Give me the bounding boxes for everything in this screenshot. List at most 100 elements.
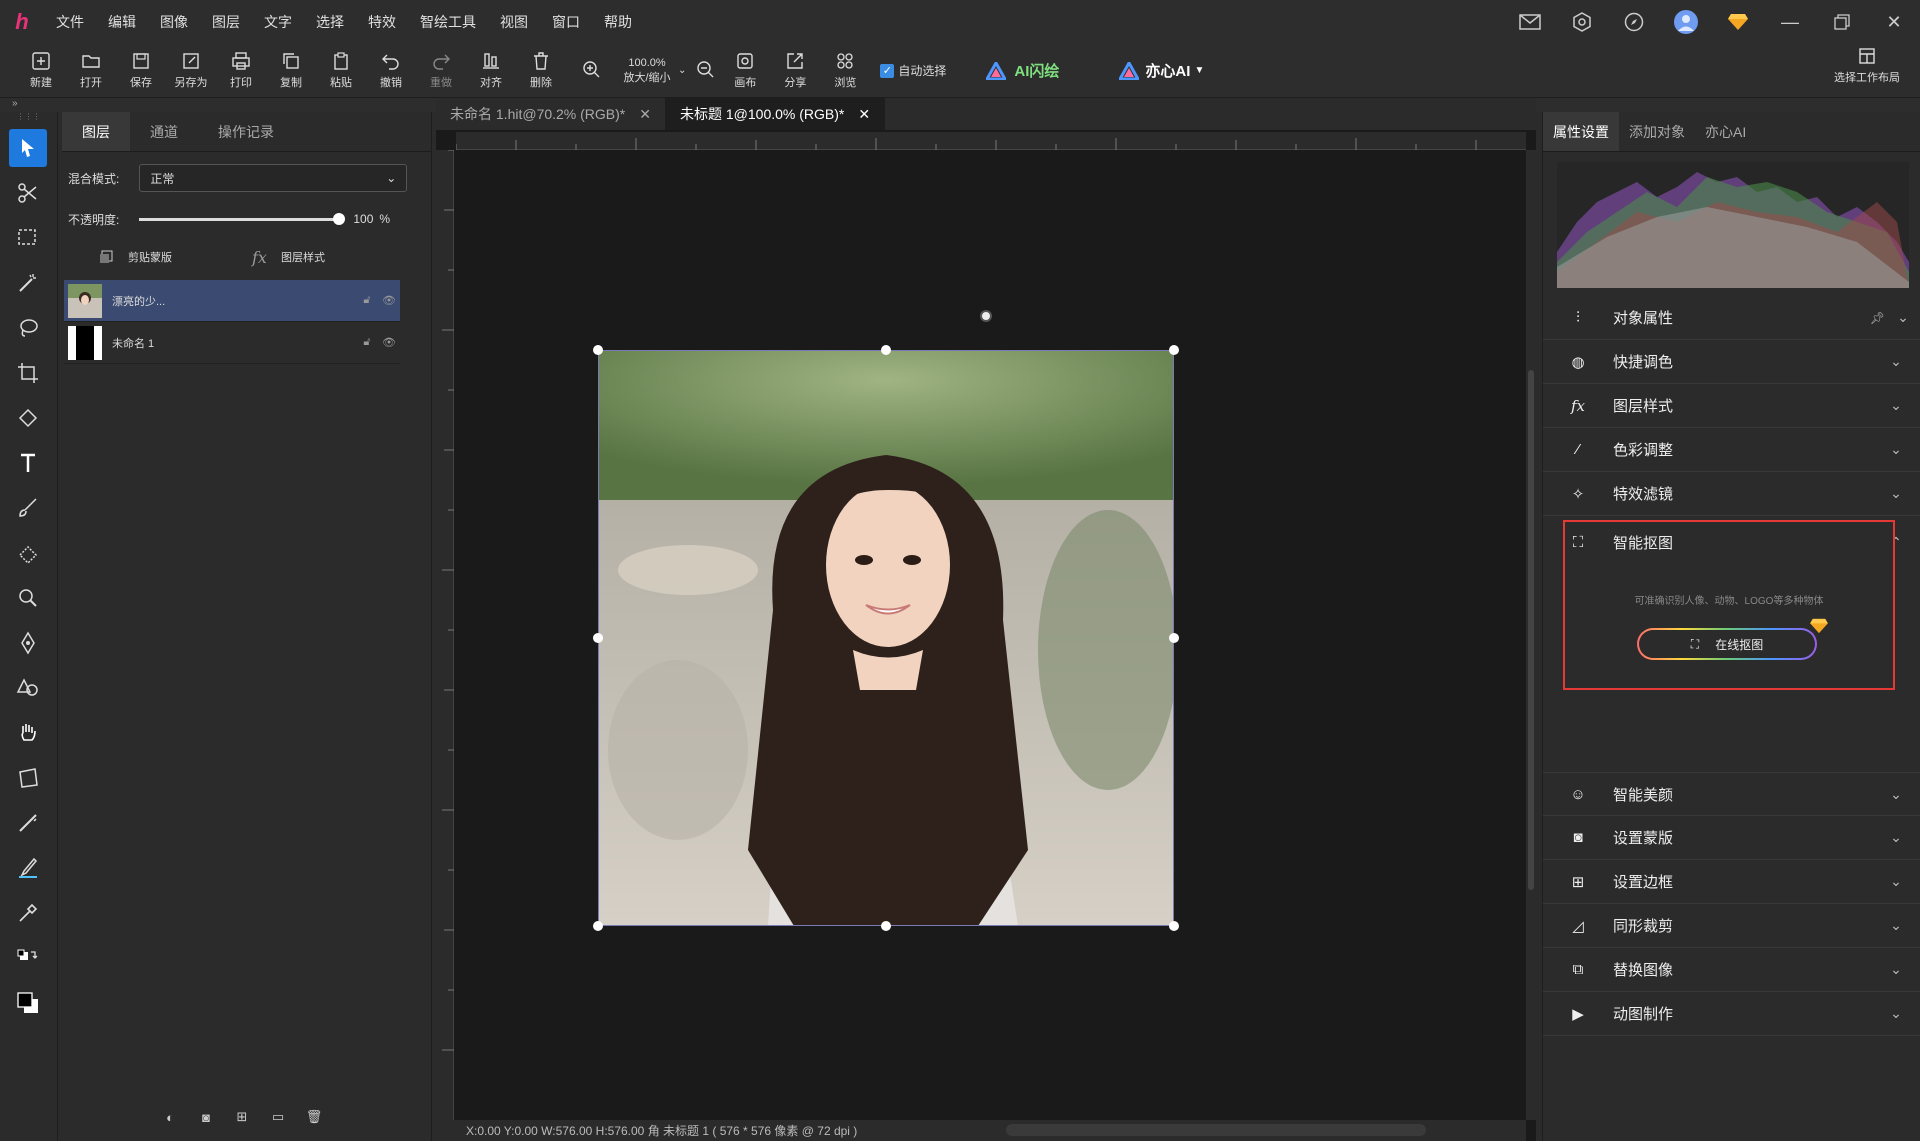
resize-handle[interactable] — [593, 345, 603, 355]
menu-window[interactable]: 窗口 — [540, 12, 592, 32]
section-layer-style[interactable]: fx 图层样式 ⌄ — [1543, 384, 1920, 428]
menu-effects[interactable]: 特效 — [356, 12, 408, 32]
zoom-out-button[interactable] — [690, 46, 720, 96]
resize-handle[interactable] — [1169, 345, 1179, 355]
layer-item[interactable]: 漂亮的少... 🔓︎ 👁︎ — [64, 280, 400, 322]
lock-icon[interactable]: 🔓︎ — [356, 336, 378, 349]
move-tool[interactable] — [9, 129, 47, 167]
brush-tool[interactable] — [9, 489, 47, 527]
resize-handle[interactable] — [1169, 633, 1179, 643]
blend-mode-select[interactable]: 正常 ⌄ — [139, 164, 408, 192]
menu-text[interactable]: 文字 — [252, 12, 304, 32]
workspace-layout-button[interactable]: 选择工作布局 — [1834, 46, 1900, 85]
online-cutout-button[interactable]: ⛶ 在线抠图 — [1637, 628, 1817, 660]
browse-button[interactable]: 浏览 — [820, 46, 870, 96]
close-tab-icon[interactable]: ✕ — [858, 106, 870, 123]
add-mask-icon[interactable]: ◙ — [198, 1109, 214, 1125]
menu-view[interactable]: 视图 — [488, 12, 540, 32]
delete-layer-icon[interactable]: 🗑︎ — [306, 1109, 323, 1125]
zoom-dropdown-chevron-icon[interactable]: ⌄ — [678, 65, 686, 76]
opacity-value[interactable]: 100 — [353, 212, 373, 226]
fill-tool[interactable] — [9, 399, 47, 437]
opacity-slider-handle[interactable] — [333, 212, 346, 225]
marquee-tool[interactable] — [9, 219, 47, 257]
hand-tool[interactable] — [9, 714, 47, 752]
mail-icon[interactable] — [1504, 0, 1556, 44]
save-as-button[interactable]: 另存为 — [166, 46, 216, 96]
lock-icon[interactable]: 🔓︎ — [356, 294, 378, 307]
print-button[interactable]: 打印 — [216, 46, 266, 96]
menu-smart-tools[interactable]: 智绘工具 — [408, 12, 488, 32]
align-button[interactable]: 对齐 — [466, 46, 516, 96]
restore-icon[interactable] — [1816, 0, 1868, 44]
vip-gem-icon[interactable] — [1712, 0, 1764, 44]
tab-layers[interactable]: 图层 — [62, 112, 130, 151]
close-tab-icon[interactable]: ✕ — [639, 106, 651, 123]
section-set-mask[interactable]: ◙ 设置蒙版 ⌄ — [1543, 816, 1920, 860]
menu-edit[interactable]: 编辑 — [96, 12, 148, 32]
magic-wand-tool[interactable] — [9, 264, 47, 302]
auto-select-checkbox[interactable]: ✓ 自动选择 — [880, 62, 946, 79]
paste-button[interactable]: 粘贴 — [316, 46, 366, 96]
resize-handle[interactable] — [881, 921, 891, 931]
doc-tab[interactable]: 未命名 1.hit@70.2% (RGB)* ✕ — [436, 98, 666, 130]
adjustment-layer-icon[interactable]: ◐ — [162, 1109, 178, 1125]
eyedropper-tool[interactable] — [9, 894, 47, 932]
clone-stamp-tool[interactable] — [9, 579, 47, 617]
lasso-tool[interactable] — [9, 309, 47, 347]
resize-handle[interactable] — [881, 345, 891, 355]
ai-flash-button[interactable]: AI闪绘 — [986, 60, 1059, 81]
tab-channels[interactable]: 通道 — [130, 112, 198, 151]
menu-select[interactable]: 选择 — [304, 12, 356, 32]
tab-properties[interactable]: 属性设置 — [1543, 112, 1619, 151]
menu-image[interactable]: 图像 — [148, 12, 200, 32]
zoom-in-button[interactable] — [566, 46, 616, 96]
section-object-properties[interactable]: ⫶ 对象属性 📌︎ ⌄ — [1543, 296, 1920, 340]
highlighter-tool[interactable] — [9, 849, 47, 887]
tab-history[interactable]: 操作记录 — [198, 112, 294, 151]
eye-icon[interactable]: 👁︎ — [378, 336, 400, 349]
share-button[interactable]: 分享 — [770, 46, 820, 96]
clip-mask-button[interactable]: 剪贴蒙版 — [98, 249, 172, 265]
resize-handle[interactable] — [593, 921, 603, 931]
section-color-adjust[interactable]: ⁄ 色彩调整 ⌄ — [1543, 428, 1920, 472]
zoom-value[interactable]: 100.0% — [628, 57, 665, 69]
layer-item[interactable]: 未命名 1 🔓︎ 👁︎ — [64, 322, 400, 364]
transform-tool[interactable] — [9, 759, 47, 797]
color-swatch[interactable] — [9, 984, 47, 1022]
tab-yixin-ai[interactable]: 亦心AI — [1695, 112, 1756, 151]
section-shape-crop[interactable]: ◿ 同形裁剪 ⌄ — [1543, 904, 1920, 948]
resize-handle[interactable] — [593, 633, 603, 643]
pen-tool[interactable] — [9, 624, 47, 662]
swap-colors-button[interactable] — [9, 939, 47, 977]
settings-icon[interactable] — [1556, 0, 1608, 44]
menu-help[interactable]: 帮助 — [592, 12, 644, 32]
opacity-slider[interactable] — [139, 212, 346, 225]
tab-add-object[interactable]: 添加对象 — [1619, 112, 1695, 151]
zoom-control[interactable]: 100.0% 放大/缩小 — [616, 57, 678, 85]
section-quick-color[interactable]: ◍ 快捷调色 ⌄ — [1543, 340, 1920, 384]
menu-layer[interactable]: 图层 — [200, 12, 252, 32]
rotate-handle-icon[interactable] — [980, 310, 992, 322]
cut-tool[interactable] — [9, 174, 47, 212]
horizontal-scrollbar[interactable] — [1006, 1124, 1426, 1136]
crop-tool[interactable] — [9, 354, 47, 392]
new-button[interactable]: 新建 — [16, 46, 66, 96]
open-button[interactable]: 打开 — [66, 46, 116, 96]
section-gif-maker[interactable]: ▶ 动图制作 ⌄ — [1543, 992, 1920, 1036]
eye-icon[interactable]: 👁︎ — [378, 294, 400, 307]
minimize-icon[interactable]: — — [1764, 0, 1816, 44]
yixin-ai-button[interactable]: 亦心AI ▼ — [1119, 60, 1204, 81]
pin-icon[interactable]: 📌︎ — [1870, 311, 1885, 325]
eraser-tool[interactable] — [9, 534, 47, 572]
grip-handle-icon[interactable]: ⋮⋮⋮ — [0, 112, 57, 122]
section-replace-image[interactable]: ⧉ 替换图像 ⌄ — [1543, 948, 1920, 992]
resize-handle[interactable] — [1169, 921, 1179, 931]
save-button[interactable]: 保存 — [116, 46, 166, 96]
text-tool[interactable] — [9, 444, 47, 482]
menu-file[interactable]: 文件 — [44, 12, 96, 32]
canvas-button[interactable]: 画布 — [720, 46, 770, 96]
delete-button[interactable]: 删除 — [516, 46, 566, 96]
canvas-image[interactable] — [593, 345, 1179, 931]
smudge-tool[interactable] — [9, 804, 47, 842]
